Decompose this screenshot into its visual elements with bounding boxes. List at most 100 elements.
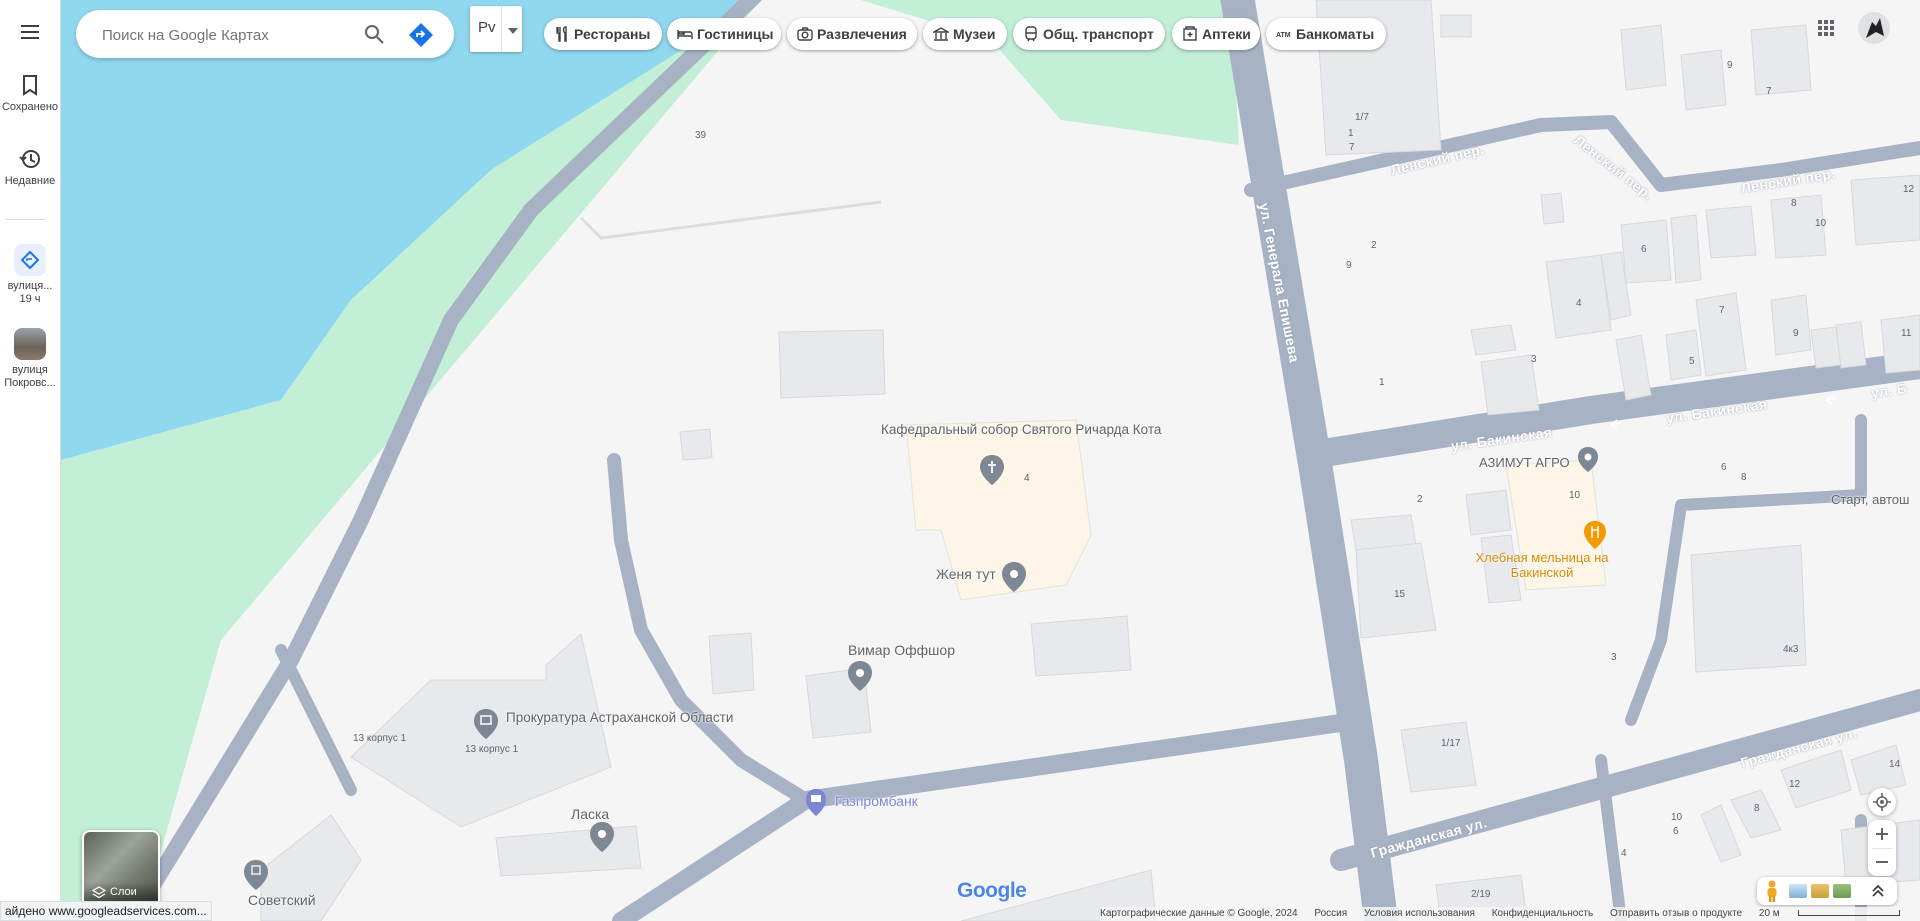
search-button[interactable]	[362, 22, 386, 46]
building	[1835, 321, 1867, 369]
recent-button[interactable]: Недавние	[0, 148, 60, 188]
building	[1665, 329, 1702, 381]
chip-atm[interactable]: ATM Банкоматы	[1266, 18, 1386, 50]
house-number: 9	[1793, 328, 1799, 339]
house-number: 5	[1689, 356, 1695, 367]
layer-thumb-transit[interactable]	[1789, 884, 1807, 898]
museum-icon	[933, 27, 949, 41]
history-item-1[interactable]: вулиця... 19 ч	[0, 244, 60, 306]
atm-icon: ATM	[1276, 32, 1291, 39]
poi-label-prokuratura[interactable]: Прокуратура Астраханской Области	[506, 710, 733, 725]
pegman-button[interactable]	[1761, 879, 1783, 903]
poi-label-sovetsky[interactable]: Советский	[248, 893, 316, 908]
house-number: 4	[1024, 473, 1030, 484]
google-logo: Google	[957, 879, 1027, 902]
house-number: 3	[1611, 652, 1617, 663]
saved-button[interactable]: Сохранено	[0, 74, 60, 114]
building	[1680, 49, 1727, 111]
chip-pharmacies[interactable]: Аптеки	[1172, 18, 1260, 50]
house-number: 12	[1789, 779, 1801, 790]
poi-label-cathedral[interactable]: Кафедральный собор Святого Ричарда Кота	[881, 422, 1161, 437]
history-item-1-title: вулиця...	[7, 280, 53, 292]
poi-label-mill[interactable]: Хлебная мельница на Бакинской	[1472, 550, 1612, 580]
caret-down-icon	[508, 28, 518, 34]
building	[1440, 14, 1472, 38]
status-bar-url: айдено www.googleadservices.com...	[0, 901, 212, 921]
poi-label-gazprombank[interactable]: Газпромбанк	[835, 794, 918, 809]
footer-feedback-link[interactable]: Отправить отзыв о продукте	[1610, 908, 1742, 919]
chip-entertainment[interactable]: Развлечения	[787, 18, 917, 50]
house-number: 7	[1719, 305, 1725, 316]
chip-transit[interactable]: Общ. транспорт	[1013, 18, 1165, 50]
chip-hotels[interactable]: Гостиницы	[667, 18, 781, 50]
layer-thumb-biking[interactable]	[1833, 884, 1851, 898]
avatar-image-icon	[1858, 12, 1890, 44]
house-number: 2	[1371, 240, 1377, 251]
bookmark-icon	[23, 75, 37, 96]
layer-switcher[interactable]: Рv	[470, 6, 522, 52]
house-number: 6	[1673, 826, 1679, 837]
plus-icon	[1876, 828, 1888, 840]
layer-switcher-label: Рv	[478, 19, 496, 36]
house-number: 9	[1346, 260, 1352, 271]
directions-button[interactable]	[408, 22, 434, 48]
svg-text:ATM: ATM	[1276, 32, 1291, 39]
directions-icon	[21, 251, 39, 269]
house-number: 15	[1394, 589, 1406, 600]
history-icon	[19, 150, 40, 168]
house-number: 3	[1531, 354, 1537, 365]
search-input[interactable]	[100, 10, 364, 60]
building	[1465, 489, 1512, 536]
footer-country[interactable]: Россия	[1314, 908, 1347, 919]
avatar[interactable]	[1858, 12, 1890, 44]
house-number: 4	[1621, 848, 1627, 859]
zoom-controls	[1868, 820, 1896, 876]
building	[1400, 721, 1477, 793]
house-number: 4к3	[1783, 644, 1799, 655]
camera-icon	[797, 27, 813, 41]
chevron-up-double-icon	[1872, 884, 1884, 897]
building	[778, 329, 886, 399]
footer-terms-link[interactable]: Условия использования	[1364, 908, 1475, 919]
layers-button[interactable]: Слои	[82, 830, 160, 908]
house-number: 10	[1569, 490, 1581, 501]
rail-divider	[6, 219, 46, 220]
saved-label: Сохранено	[1, 101, 59, 113]
house-number: 6	[1641, 244, 1647, 255]
directions-history-thumb	[14, 244, 46, 276]
expand-button[interactable]	[1867, 881, 1889, 901]
house-number: 8	[1791, 198, 1797, 209]
apps-grid-icon	[1818, 20, 1834, 36]
house-number: 2	[1417, 494, 1423, 505]
chip-restaurants[interactable]: Рестораны	[544, 18, 662, 50]
poi-label-start[interactable]: Старт, автош	[1831, 492, 1909, 507]
zoom-out-button[interactable]	[1868, 848, 1896, 876]
hamburger-menu-icon	[21, 25, 39, 39]
house-number: 2/19	[1471, 889, 1491, 900]
chip-museums[interactable]: Музеи	[923, 18, 1007, 50]
poi-label-azimut[interactable]: АЗИМУТ АГРО	[1479, 455, 1570, 470]
building	[708, 632, 755, 695]
pharmacy-icon	[1183, 26, 1197, 41]
left-rail: Сохранено Недавние вулиця... 19 ч вулиця…	[0, 0, 61, 921]
footer-privacy-link[interactable]: Конфиденциальность	[1492, 908, 1593, 919]
poi-label-zhenya[interactable]: Женя тут	[936, 567, 996, 582]
footer-map-data: Картографические данные © Google, 2024	[1100, 908, 1298, 919]
directions-icon	[409, 23, 433, 47]
scale-bar[interactable]: 20 м	[1759, 908, 1914, 919]
my-location-button[interactable]	[1868, 788, 1896, 816]
map-canvas[interactable]: Ленский пер. Ленский пер. Ленский пер. у…	[61, 0, 1920, 921]
menu-button[interactable]	[0, 20, 60, 44]
house-number: 1/17	[1441, 738, 1461, 749]
poi-label-laska[interactable]: Ласка	[571, 807, 609, 822]
poi-label-vimar[interactable]: Вимар Оффшор	[848, 643, 955, 658]
house-number: 1	[1348, 128, 1354, 139]
zoom-in-button[interactable]	[1868, 820, 1896, 848]
history-item-2[interactable]: вулиця Покровс...	[0, 328, 60, 390]
my-location-icon	[1873, 793, 1891, 811]
building	[1545, 254, 1612, 339]
layer-thumb-terrain[interactable]	[1811, 884, 1829, 898]
history-item-1-time: 19 ч	[19, 293, 41, 305]
apps-button[interactable]	[1816, 18, 1836, 38]
building	[1470, 324, 1517, 356]
